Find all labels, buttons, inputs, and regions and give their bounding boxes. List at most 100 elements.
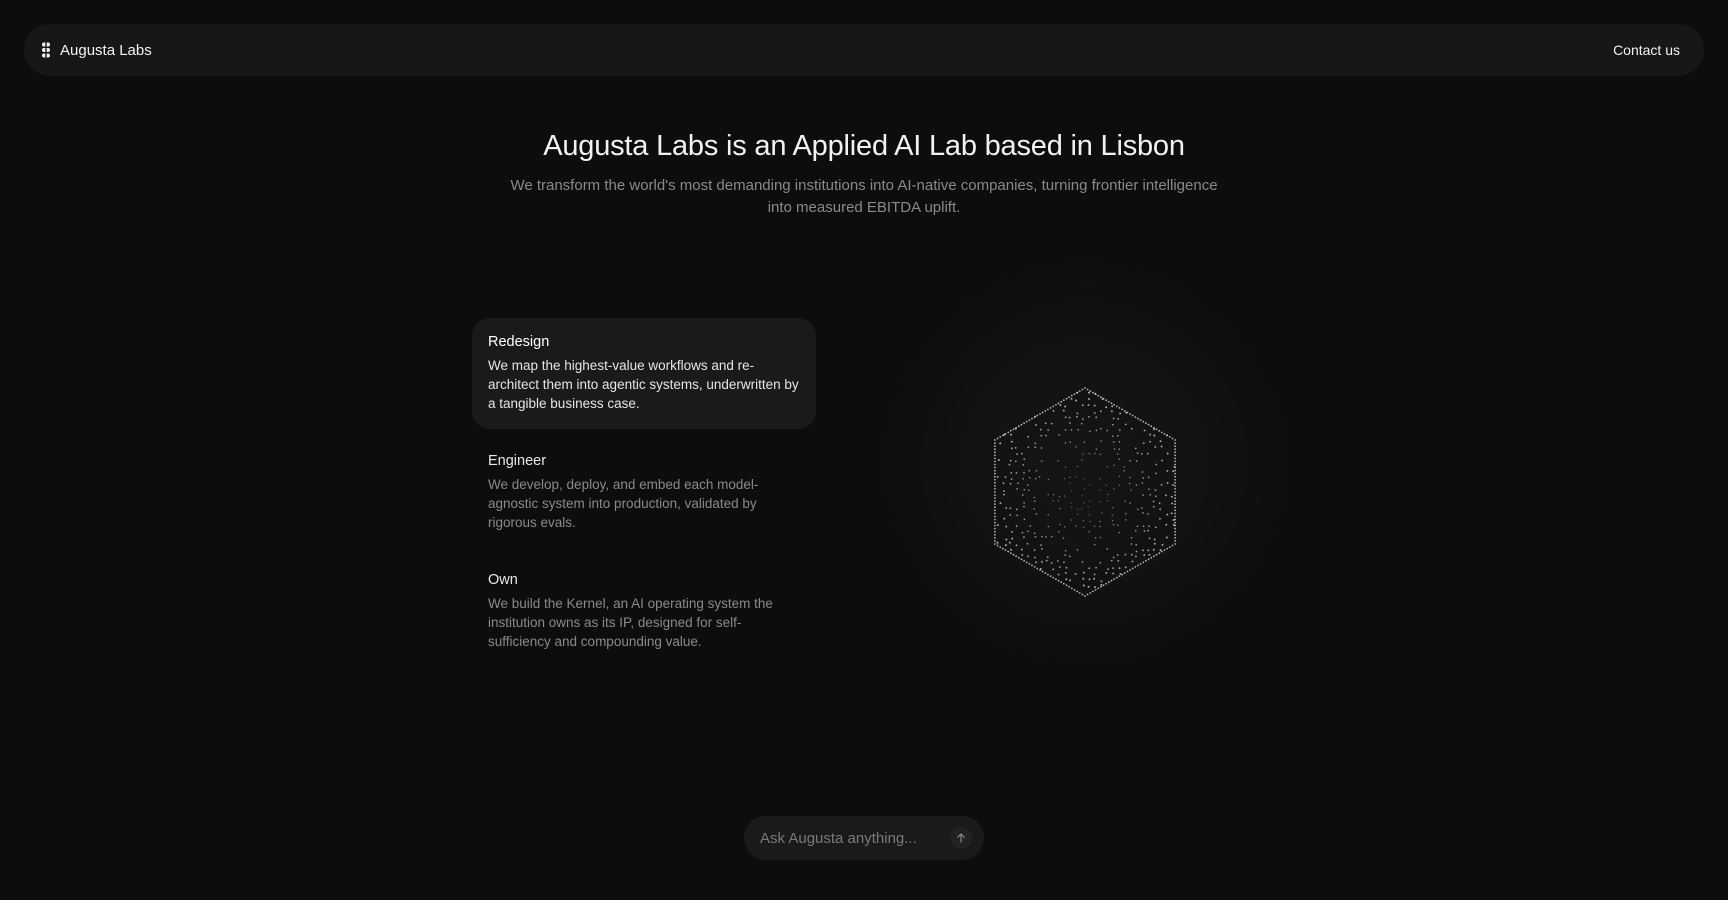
sphere-edge-dot: [1131, 414, 1134, 417]
sphere-edge-dot: [1017, 556, 1020, 559]
sphere-dot: [1135, 550, 1138, 553]
sphere-edge-dot: [1174, 478, 1176, 481]
sphere-dot: [1062, 537, 1065, 539]
sphere-dot: [1082, 577, 1085, 580]
step-own[interactable]: Own We build the Kernel, an AI operating…: [472, 556, 816, 667]
step-redesign[interactable]: Redesign We map the highest-value workfl…: [472, 318, 816, 429]
sphere-dot: [1124, 553, 1127, 556]
sphere-edge-dot: [1025, 561, 1028, 564]
sphere-dot: [1147, 549, 1150, 552]
sphere-dot: [1052, 500, 1055, 502]
sphere-dot: [1129, 476, 1131, 479]
sphere-dot: [1039, 428, 1042, 431]
sphere-edge-dot: [1174, 472, 1176, 475]
sphere-edge-dot: [1009, 552, 1012, 555]
sphere-dot: [1118, 484, 1121, 487]
sphere-dot: [1010, 548, 1012, 551]
sphere-dot: [1146, 452, 1149, 455]
sphere-edge-dot: [1174, 530, 1176, 533]
sphere-dot: [1058, 496, 1061, 498]
sphere-dot: [1152, 500, 1155, 503]
sphere-dot: [1088, 416, 1090, 418]
sphere-dot: [1027, 446, 1030, 449]
sphere-edge-dot: [1049, 575, 1052, 577]
sphere-dot: [1089, 430, 1091, 433]
sphere-edge-dot: [994, 451, 996, 454]
sphere-dot: [1009, 507, 1012, 510]
sphere-dot: [996, 541, 999, 544]
sphere-dot: [1165, 536, 1168, 539]
sphere-dot: [1172, 470, 1175, 473]
ask-input[interactable]: [758, 828, 942, 848]
send-button[interactable]: [950, 827, 972, 849]
sphere-dot: [1089, 500, 1091, 502]
sphere-dot: [1076, 412, 1079, 415]
sphere-edge-dot: [1174, 448, 1176, 451]
sphere-edge-dot: [1062, 399, 1065, 402]
sphere-dot: [1118, 567, 1121, 570]
sphere-dot: [1027, 435, 1030, 438]
sphere-edge-dot: [1060, 400, 1063, 403]
sphere-dot: [1129, 502, 1131, 504]
sphere-dot: [1057, 573, 1060, 576]
page-subtitle: We transform the world's most demanding …: [510, 177, 1218, 216]
sphere-edge-dot: [1055, 578, 1057, 581]
sphere-dot: [1047, 478, 1050, 481]
sphere-edge-dot: [1047, 408, 1049, 411]
sphere-dot: [1083, 526, 1085, 529]
sphere-edge-dot: [1110, 579, 1113, 582]
sphere-dot: [1135, 484, 1138, 486]
sphere-dot: [1064, 405, 1067, 408]
sphere-dot: [1002, 482, 1005, 485]
sphere-edge-dot: [1107, 581, 1110, 584]
sphere-edge-dot: [1171, 437, 1174, 440]
sphere-dot: [1029, 525, 1032, 527]
sphere-dot: [1011, 537, 1014, 540]
sphere-dot: [1052, 409, 1055, 412]
sphere-edge-dot: [1160, 550, 1163, 553]
step-description: We develop, deploy, and embed each model…: [488, 477, 759, 530]
sphere-dot: [1134, 447, 1137, 450]
sphere-dot: [1064, 442, 1067, 444]
sphere-dot: [1099, 478, 1101, 480]
sphere-dot: [1154, 445, 1157, 448]
sphere-dot: [1052, 568, 1055, 571]
sphere-dot: [1118, 475, 1121, 478]
sphere-dot: [1100, 583, 1103, 586]
sphere-dot: [1161, 459, 1164, 462]
sphere-dot: [1141, 471, 1144, 473]
sphere-edge-dot: [994, 494, 996, 496]
step-engineer[interactable]: Engineer We develop, deploy, and embed e…: [472, 437, 816, 548]
sphere-edge-dot: [994, 439, 996, 441]
sphere-dot: [1050, 535, 1053, 538]
sphere-edge-dot: [1100, 396, 1102, 399]
sphere-dot: [999, 442, 1002, 445]
sphere-dot: [1099, 520, 1101, 523]
arrow-up-icon: [957, 833, 965, 843]
sphere-edge-dot: [994, 472, 996, 475]
sphere-dot: [1147, 529, 1149, 532]
sphere-edge-dot: [1166, 547, 1168, 550]
sphere-edge-dot: [994, 469, 996, 472]
sphere-edge-dot: [1025, 420, 1028, 423]
sphere-dot: [1065, 578, 1068, 581]
sphere-dot: [1033, 549, 1036, 551]
sphere-dot: [1027, 489, 1030, 492]
contact-us-link[interactable]: Contact us: [1613, 42, 1680, 58]
sphere-edge-dot: [1062, 582, 1065, 585]
sphere-edge-dot: [994, 527, 996, 530]
sphere-dot: [1143, 429, 1146, 432]
sphere-edge-dot: [1070, 394, 1073, 397]
sphere-dot: [1069, 476, 1071, 478]
sphere-dot: [1125, 519, 1127, 521]
sphere-dot: [1094, 586, 1096, 589]
sphere-dot: [1040, 460, 1043, 462]
sphere-dot: [1038, 476, 1041, 478]
sphere-dot: [1172, 519, 1175, 521]
sphere-edge-dot: [1041, 570, 1044, 573]
step-title: Engineer: [488, 453, 547, 469]
brand-home-link[interactable]: Augusta Labs: [40, 42, 152, 59]
sphere-dot: [1164, 494, 1167, 497]
sphere-edge-dot: [1044, 410, 1047, 412]
sphere-dot: [1040, 447, 1043, 449]
